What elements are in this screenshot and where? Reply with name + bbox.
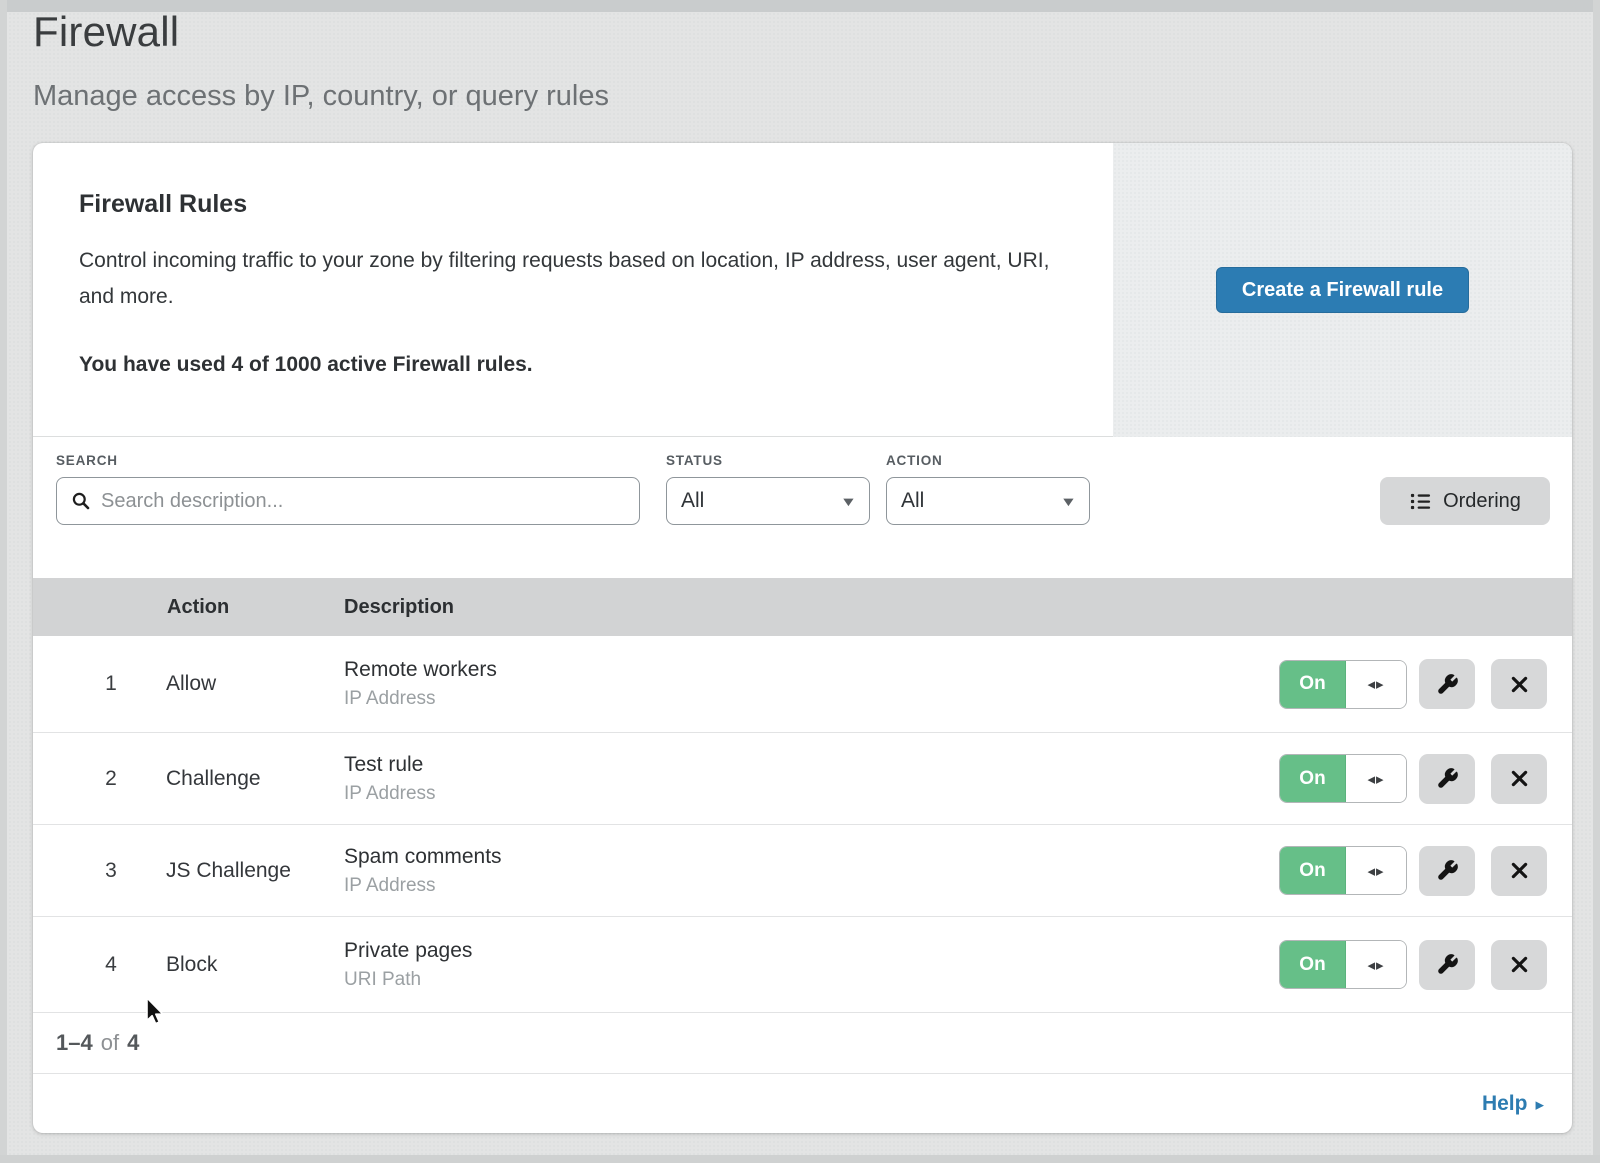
rule-description-cell: Spam comments IP Address (344, 845, 502, 897)
intro-text: Firewall Rules Control incoming traffic … (79, 189, 1099, 377)
window-edge-left (0, 0, 7, 1163)
help-link-label: Help (1482, 1092, 1528, 1116)
table-row: 3 JS Challenge Spam comments IP Address … (33, 825, 1572, 917)
rule-number: 4 (95, 953, 127, 977)
rule-match-type: IP Address (344, 688, 497, 710)
toggle-on-label: On (1280, 847, 1346, 894)
toggle-on-label: On (1280, 661, 1346, 708)
rule-action: Block (166, 953, 217, 977)
rule-description-cell: Test rule IP Address (344, 753, 436, 805)
toggle-handle-arrows-icon[interactable]: ◂▸ (1346, 941, 1406, 988)
toggle-on-label: On (1280, 941, 1346, 988)
column-header-action: Action (167, 596, 229, 619)
usage-summary: You have used 4 of 1000 active Firewall … (79, 353, 1099, 377)
pagination-range: 1–4 (56, 1030, 93, 1056)
rule-toggle-switch[interactable]: On ◂▸ (1279, 846, 1407, 895)
rule-action: JS Challenge (166, 859, 291, 883)
edit-rule-button[interactable] (1419, 754, 1475, 804)
search-field[interactable] (56, 477, 640, 525)
search-label: SEARCH (56, 453, 118, 468)
arrow-right-icon: ▸ (1535, 1095, 1544, 1115)
pagination-info: 1–4 of 4 (33, 1013, 1572, 1073)
intro-description: Control incoming traffic to your zone by… (79, 243, 1064, 315)
column-header-description: Description (344, 596, 454, 619)
x-icon (1509, 674, 1530, 695)
delete-rule-button[interactable] (1491, 846, 1547, 896)
table-header: Action Description (33, 578, 1572, 636)
rule-controls: On ◂▸ (1279, 754, 1547, 804)
table-row: 2 Challenge Test rule IP Address On ◂▸ (33, 733, 1572, 825)
page-title: Firewall (33, 8, 179, 56)
delete-rule-button[interactable] (1491, 754, 1547, 804)
status-select-value: All (681, 489, 842, 513)
window-edge-right (1593, 0, 1600, 1163)
ordering-button-label: Ordering (1443, 490, 1521, 513)
rule-number: 3 (95, 859, 127, 883)
delete-rule-button[interactable] (1491, 940, 1547, 990)
filters-section: SEARCH STATUS All ▼ ACTION All ▼ (33, 437, 1572, 578)
wrench-icon (1436, 673, 1459, 696)
rule-action: Challenge (166, 767, 261, 791)
rule-number: 2 (95, 767, 127, 791)
rule-toggle-switch[interactable]: On ◂▸ (1279, 660, 1407, 709)
intro-heading: Firewall Rules (79, 189, 1099, 219)
edit-rule-button[interactable] (1419, 846, 1475, 896)
rule-toggle-switch[interactable]: On ◂▸ (1279, 754, 1407, 803)
rule-description: Spam comments (344, 845, 502, 869)
help-link[interactable]: Help ▸ (1482, 1092, 1544, 1116)
action-label: ACTION (886, 453, 943, 468)
search-icon (71, 491, 91, 511)
toggle-handle-arrows-icon[interactable]: ◂▸ (1346, 661, 1406, 708)
rule-action: Allow (166, 672, 216, 696)
x-icon (1509, 954, 1530, 975)
rule-description-cell: Private pages URI Path (344, 939, 472, 991)
wrench-icon (1436, 953, 1459, 976)
table-row: 1 Allow Remote workers IP Address On ◂▸ (33, 636, 1572, 733)
delete-rule-button[interactable] (1491, 659, 1547, 709)
rule-description: Remote workers (344, 658, 497, 682)
status-label: STATUS (666, 453, 723, 468)
status-select[interactable]: All ▼ (666, 477, 870, 525)
x-icon (1509, 860, 1530, 881)
toggle-handle-arrows-icon[interactable]: ◂▸ (1346, 847, 1406, 894)
chevron-down-icon: ▼ (1060, 494, 1077, 509)
intro-section: Firewall Rules Control incoming traffic … (33, 143, 1572, 437)
action-select-value: All (901, 489, 1062, 513)
rule-controls: On ◂▸ (1279, 659, 1547, 709)
rules-table-body: 1 Allow Remote workers IP Address On ◂▸ (33, 636, 1572, 1013)
toggle-handle-arrows-icon[interactable]: ◂▸ (1346, 755, 1406, 802)
rule-toggle-switch[interactable]: On ◂▸ (1279, 940, 1407, 989)
help-row: Help ▸ (33, 1073, 1572, 1133)
page-subtitle: Manage access by IP, country, or query r… (33, 80, 609, 113)
window-edge-bottom (0, 1155, 1600, 1163)
rule-controls: On ◂▸ (1279, 846, 1547, 896)
wrench-icon (1436, 767, 1459, 790)
action-select[interactable]: All ▼ (886, 477, 1090, 525)
firewall-card: Firewall Rules Control incoming traffic … (33, 143, 1572, 1133)
search-input[interactable] (101, 490, 625, 513)
rule-match-type: IP Address (344, 875, 502, 897)
rule-match-type: IP Address (344, 783, 436, 805)
list-icon (1409, 490, 1432, 513)
rule-match-type: URI Path (344, 969, 472, 991)
pagination-of-label: of (101, 1030, 119, 1056)
window-edge-top (0, 0, 1600, 12)
rule-description: Private pages (344, 939, 472, 963)
edit-rule-button[interactable] (1419, 659, 1475, 709)
rule-description-cell: Remote workers IP Address (344, 658, 497, 710)
toggle-on-label: On (1280, 755, 1346, 802)
intro-side-panel: Create a Firewall rule (1113, 143, 1572, 437)
rule-controls: On ◂▸ (1279, 940, 1547, 990)
rule-number: 1 (95, 672, 127, 696)
ordering-button[interactable]: Ordering (1380, 477, 1550, 525)
wrench-icon (1436, 859, 1459, 882)
create-firewall-rule-button[interactable]: Create a Firewall rule (1216, 267, 1469, 313)
edit-rule-button[interactable] (1419, 940, 1475, 990)
table-row: 4 Block Private pages URI Path On ◂▸ (33, 917, 1572, 1013)
rule-description: Test rule (344, 753, 436, 777)
x-icon (1509, 768, 1530, 789)
chevron-down-icon: ▼ (840, 494, 857, 509)
pagination-total: 4 (127, 1030, 139, 1056)
